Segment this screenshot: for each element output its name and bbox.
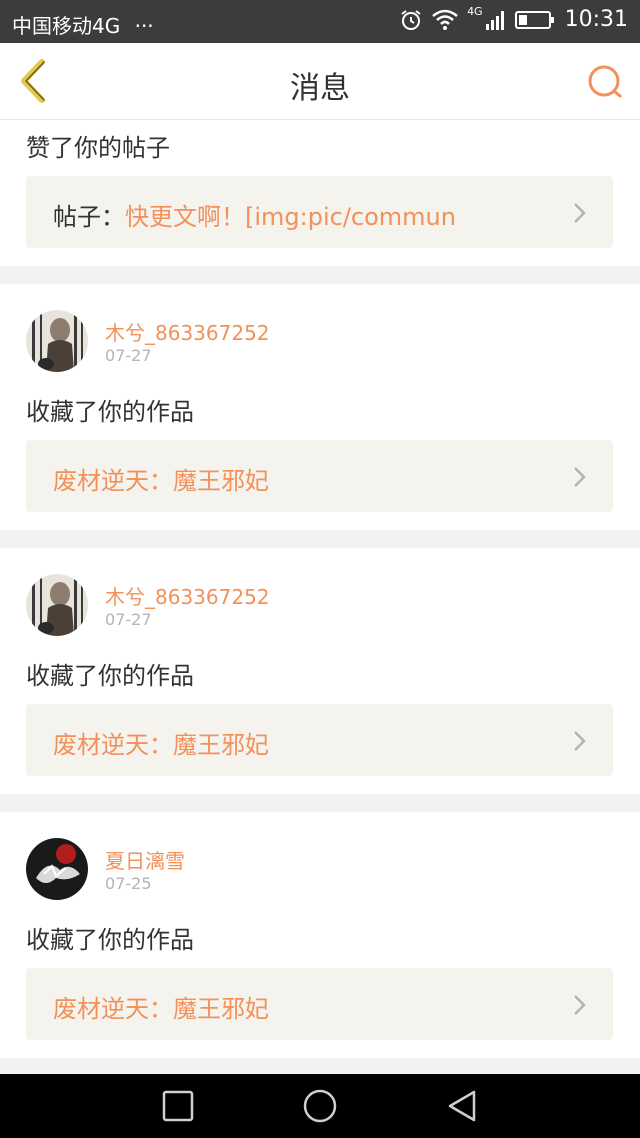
status-right: 4G 10:31 bbox=[399, 5, 628, 32]
system-nav-bar bbox=[0, 1074, 640, 1138]
username[interactable]: 木兮_863367252 bbox=[105, 317, 270, 346]
post-link-title: 快更文啊！[img:pic/commun bbox=[125, 203, 456, 231]
message-action: 收藏了你的作品 bbox=[26, 398, 194, 426]
username[interactable]: 木兮_863367252 bbox=[105, 581, 270, 610]
post-link[interactable]: 帖子：快更文啊！[img:pic/commun bbox=[26, 176, 613, 248]
message-action: 赞了你的帖子 bbox=[26, 134, 170, 162]
search-button[interactable] bbox=[586, 63, 624, 101]
clock: 10:31 bbox=[564, 7, 628, 32]
wifi-icon bbox=[432, 9, 458, 30]
chevron-right-icon bbox=[574, 731, 586, 751]
network-type-label: 4G bbox=[467, 5, 483, 18]
work-link[interactable]: 废材逆天：魔王邪妃 bbox=[26, 968, 613, 1040]
search-icon bbox=[588, 65, 622, 98]
username[interactable]: 夏日漓雪 bbox=[105, 845, 185, 874]
work-link-title: 废材逆天：魔王邪妃 bbox=[53, 731, 269, 759]
message-action: 收藏了你的作品 bbox=[26, 662, 194, 690]
message-action: 收藏了你的作品 bbox=[26, 926, 194, 954]
timestamp: 07-27 bbox=[105, 610, 152, 629]
chevron-right-icon bbox=[574, 203, 586, 223]
timestamp: 07-25 bbox=[105, 874, 152, 893]
post-link-prefix: 帖子： bbox=[53, 203, 125, 231]
work-link[interactable]: 废材逆天：魔王邪妃 bbox=[26, 440, 613, 512]
timestamp: 07-27 bbox=[105, 346, 152, 365]
square-icon[interactable] bbox=[160, 1088, 196, 1124]
status-left: 中国移动4G ··· bbox=[12, 10, 154, 39]
status-bar: 中国移动4G ··· 4G 10:31 bbox=[0, 0, 640, 43]
avatar[interactable] bbox=[26, 574, 88, 636]
work-link[interactable]: 废材逆天：魔王邪妃 bbox=[26, 704, 613, 776]
work-link-title: 废材逆天：魔王邪妃 bbox=[53, 467, 269, 495]
triangle-back-icon[interactable] bbox=[444, 1088, 480, 1124]
page-title: 消息 bbox=[290, 71, 350, 106]
message-card-partial: 赞了你的帖子 帖子：快更文啊！[img:pic/commun bbox=[0, 120, 640, 266]
chevron-right-icon bbox=[574, 467, 586, 487]
avatar[interactable] bbox=[26, 838, 88, 900]
battery-icon bbox=[514, 10, 554, 29]
work-link-title: 废材逆天：魔王邪妃 bbox=[53, 995, 269, 1023]
alarm-icon bbox=[401, 9, 421, 30]
message-card: 夏日漓雪 07-25 收藏了你的作品 废材逆天：魔王邪妃 bbox=[0, 812, 640, 1058]
message-card: 木兮_863367252 07-27 收藏了你的作品 废材逆天：魔王邪妃 bbox=[0, 284, 640, 530]
app-header: 消息 bbox=[0, 43, 640, 120]
signal-icon bbox=[485, 10, 504, 30]
chevron-right-icon bbox=[574, 995, 586, 1015]
carrier-label: 中国移动4G bbox=[12, 14, 121, 38]
notification-dots: ··· bbox=[134, 14, 154, 38]
message-card: 木兮_863367252 07-27 收藏了你的作品 废材逆天：魔王邪妃 bbox=[0, 548, 640, 794]
avatar[interactable] bbox=[26, 310, 88, 372]
circle-icon[interactable] bbox=[302, 1088, 338, 1124]
post-link-label: 帖子：快更文啊！[img:pic/commun bbox=[53, 197, 563, 232]
